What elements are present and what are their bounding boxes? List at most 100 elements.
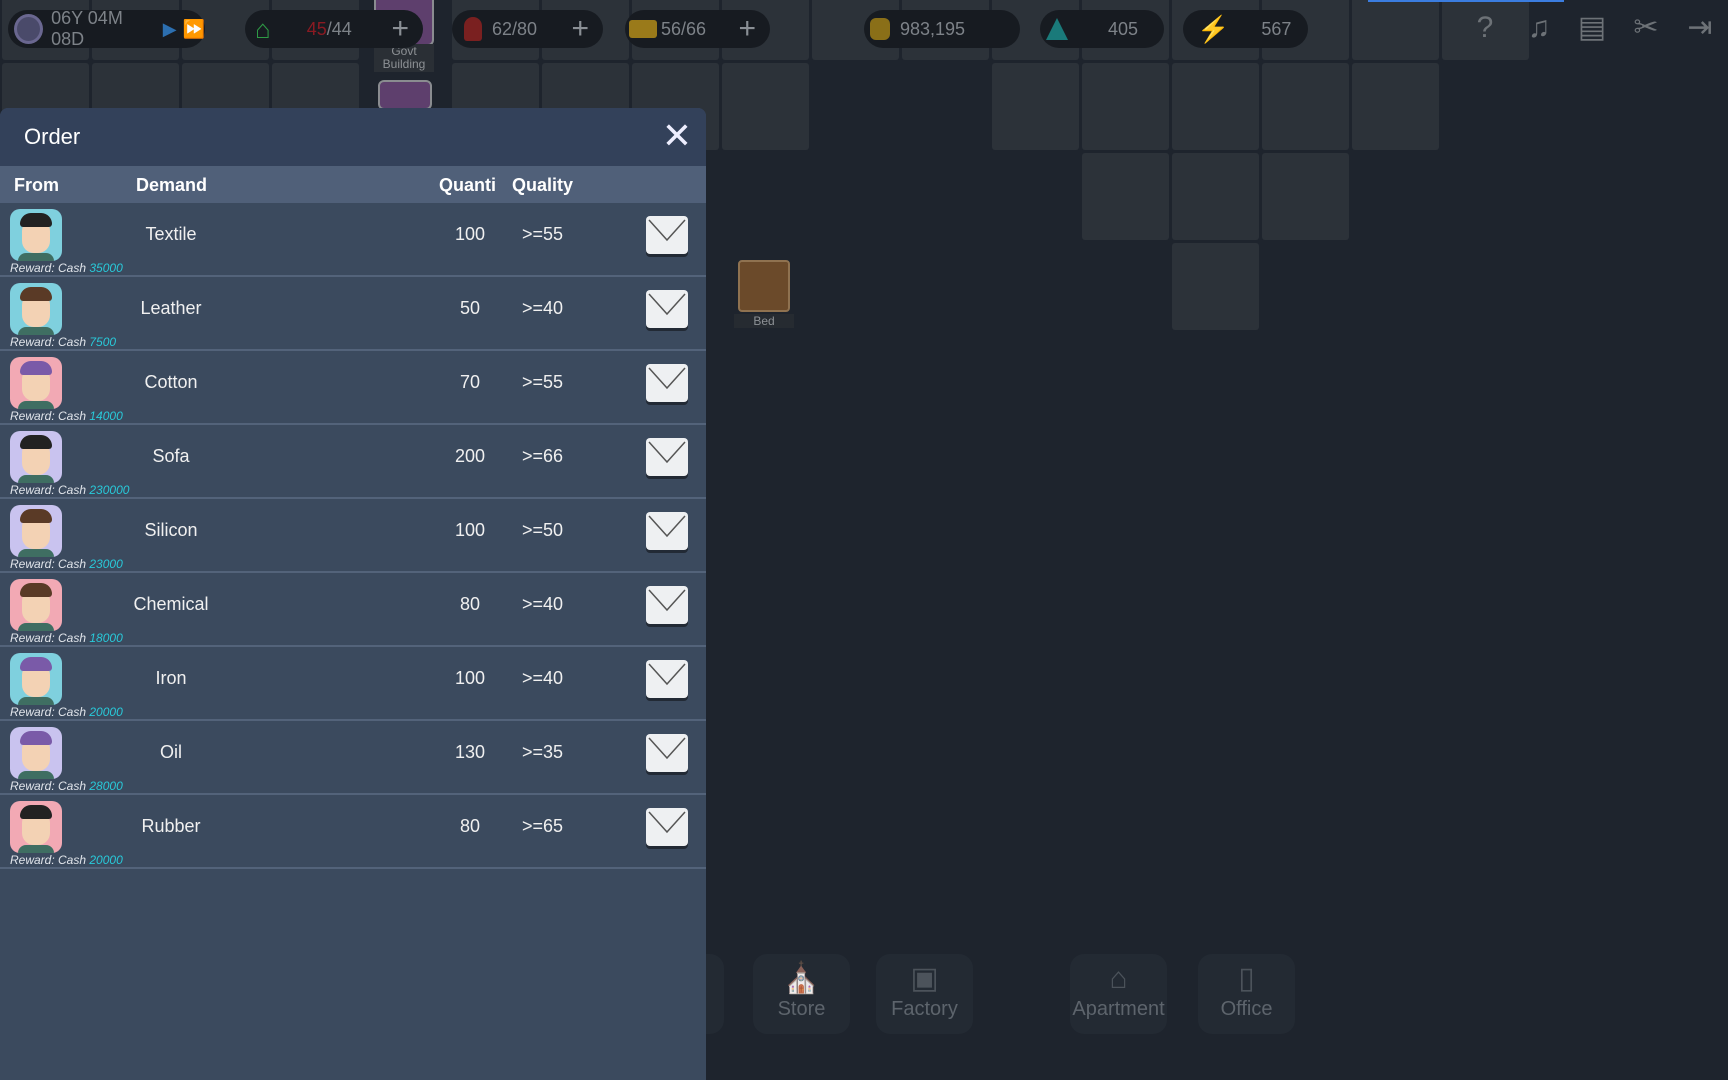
- progress-indicator: [1368, 0, 1564, 2]
- quantity-value: 100: [454, 224, 486, 244]
- reward-label: Reward: Cash: [10, 557, 90, 571]
- build-factory-button[interactable]: ▣ Factory: [876, 954, 973, 1034]
- order-row: Chemical 80 >=40 Reward: Cash 18000: [0, 573, 706, 647]
- reward-text: Reward: Cash 20000: [10, 853, 123, 867]
- close-icon[interactable]: ✕: [660, 118, 694, 154]
- quantity-value: 100: [454, 668, 486, 688]
- submit-order-button[interactable]: [646, 438, 688, 476]
- customer-avatar: [10, 505, 62, 557]
- quantity-value: 200: [454, 446, 486, 466]
- add-housing-button[interactable]: +: [391, 12, 409, 46]
- reward-label: Reward: Cash: [10, 335, 90, 349]
- map-tile[interactable]: [1082, 153, 1169, 240]
- scissors-icon[interactable]: ✂: [1626, 8, 1666, 48]
- reward-label: Reward: Cash: [10, 409, 90, 423]
- bed-label: Bed: [734, 314, 794, 328]
- research-text: 405: [1108, 18, 1139, 39]
- submit-order-button[interactable]: [646, 808, 688, 846]
- map-tile[interactable]: [1172, 63, 1259, 150]
- order-row: Cotton 70 >=55 Reward: Cash 14000: [0, 351, 706, 425]
- quantity-value: 100: [454, 520, 486, 540]
- quantity-value: 70: [459, 372, 481, 392]
- submit-order-button[interactable]: [646, 512, 688, 550]
- build-store-button[interactable]: ⛪ Store: [753, 954, 850, 1034]
- map-tile[interactable]: [992, 63, 1079, 150]
- office-icon: ▯: [1238, 962, 1255, 995]
- shop-icon[interactable]: ▤: [1572, 8, 1612, 48]
- map-tile[interactable]: [1352, 0, 1439, 60]
- help-icon[interactable]: ?: [1465, 8, 1505, 48]
- housing-current: 45: [306, 18, 327, 39]
- envelope-icon: [648, 219, 686, 242]
- reward-label: Reward: Cash: [10, 705, 90, 719]
- customer-avatar: [10, 579, 62, 631]
- build-office-button[interactable]: ▯ Office: [1198, 954, 1295, 1034]
- reward-text: Reward: Cash 7500: [10, 335, 116, 349]
- truck-icon: [629, 20, 657, 38]
- exit-icon[interactable]: ⇥: [1680, 8, 1720, 48]
- map-tile[interactable]: [1172, 153, 1259, 240]
- store-icon: ⛪: [782, 962, 821, 995]
- reward-text: Reward: Cash 18000: [10, 631, 123, 645]
- trucks-counter: 56/66 +: [625, 10, 770, 48]
- reward-amount: 35000: [89, 261, 123, 275]
- housing-text: 45/44: [307, 19, 352, 40]
- add-workers-button[interactable]: +: [571, 12, 589, 46]
- submit-order-button[interactable]: [646, 586, 688, 624]
- workers-counter: 62/80 +: [452, 10, 603, 48]
- quality-value: >=66: [522, 446, 564, 466]
- reward-text: Reward: Cash 23000: [10, 557, 123, 571]
- submit-order-button[interactable]: [646, 216, 688, 254]
- music-icon[interactable]: ♫: [1519, 8, 1559, 48]
- build-apartment-button[interactable]: ⌂ Apartment: [1070, 954, 1167, 1034]
- govt-building-label: Govt Building: [374, 44, 434, 72]
- lightning-icon: ⚡: [1197, 13, 1230, 44]
- map-tile[interactable]: [1352, 63, 1439, 150]
- envelope-icon: [648, 515, 686, 538]
- map-tile[interactable]: [1262, 153, 1349, 240]
- quantity-value: 80: [459, 594, 481, 614]
- reward-amount: 23000: [89, 557, 123, 571]
- apartment-icon: ⌂: [1109, 962, 1128, 995]
- quantity-value: 80: [459, 816, 481, 836]
- map-tile[interactable]: [1172, 243, 1259, 330]
- submit-order-button[interactable]: [646, 734, 688, 772]
- map-tile[interactable]: [722, 63, 809, 150]
- envelope-icon: [648, 293, 686, 316]
- play-icon[interactable]: ▶: [163, 19, 177, 40]
- order-header: Order ✕: [0, 108, 706, 166]
- factory-label: Factory: [891, 998, 958, 1020]
- housing-counter: ⌂ 45/44 +: [245, 10, 423, 48]
- fast-forward-icon[interactable]: ⏩: [183, 19, 205, 40]
- reward-text: Reward: Cash 20000: [10, 705, 123, 719]
- add-trucks-button[interactable]: +: [738, 12, 756, 46]
- map-tile[interactable]: [1082, 63, 1169, 150]
- coins-icon: [870, 18, 890, 40]
- order-row: Leather 50 >=40 Reward: Cash 7500: [0, 277, 706, 351]
- cash-text: 983,195: [900, 18, 966, 39]
- apartment-label: Apartment: [1072, 998, 1165, 1020]
- bed-building[interactable]: [738, 260, 790, 312]
- envelope-icon: [648, 441, 686, 464]
- office-label: Office: [1220, 998, 1273, 1020]
- order-title: Order: [24, 124, 81, 149]
- person-icon: [464, 17, 482, 41]
- reward-text: Reward: Cash 230000: [10, 483, 129, 497]
- order-row: Sofa 200 >=66 Reward: Cash 230000: [0, 425, 706, 499]
- reward-amount: 20000: [89, 705, 123, 719]
- column-from: From: [14, 175, 59, 195]
- submit-order-button[interactable]: [646, 290, 688, 328]
- quality-value: >=40: [522, 668, 564, 688]
- reward-amount: 20000: [89, 853, 123, 867]
- store-label: Store: [777, 998, 826, 1020]
- building-tile[interactable]: [378, 80, 432, 110]
- demand-item: Cotton: [144, 372, 198, 392]
- reward-amount: 230000: [89, 483, 130, 497]
- submit-order-button[interactable]: [646, 364, 688, 402]
- workers-text: 62/80: [492, 18, 538, 39]
- customer-avatar: [10, 801, 62, 853]
- research-counter: 405: [1040, 10, 1164, 48]
- map-tile[interactable]: [1262, 63, 1349, 150]
- submit-order-button[interactable]: [646, 660, 688, 698]
- cash-counter: 983,195: [864, 10, 1020, 48]
